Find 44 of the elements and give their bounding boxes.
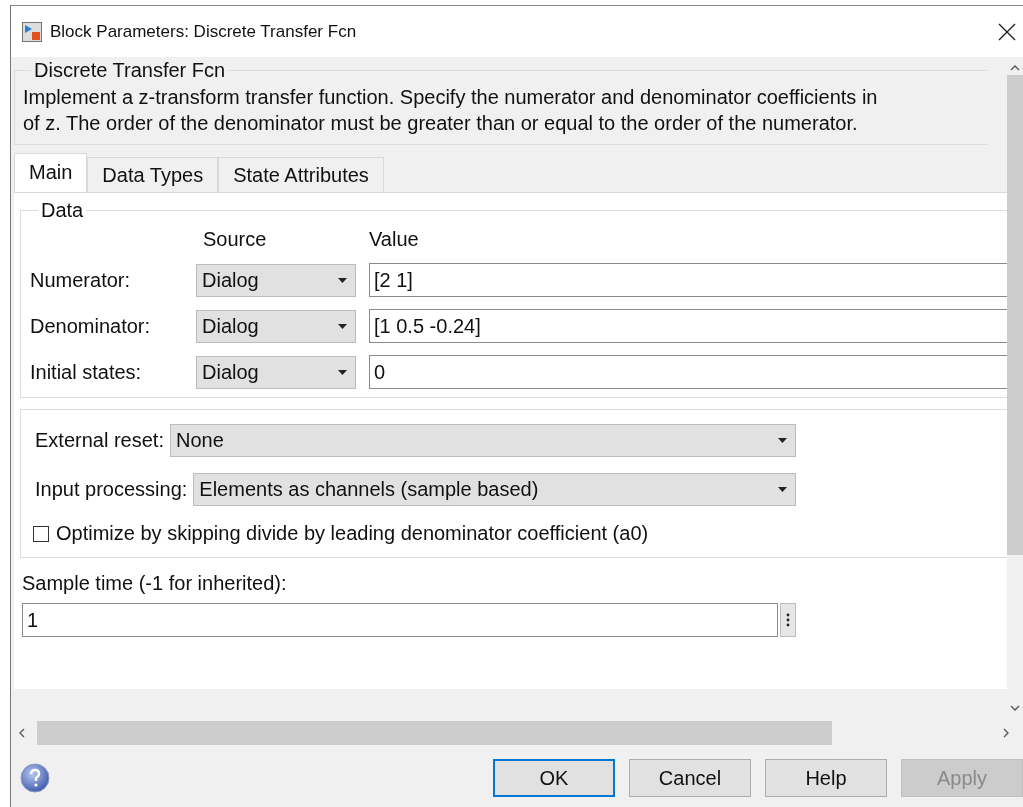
scroll-right-icon[interactable] [1003, 728, 1009, 738]
scroll-up-icon[interactable] [1010, 65, 1020, 71]
scroll-left-icon[interactable] [19, 728, 25, 738]
caret-icon [338, 277, 347, 283]
caret-icon [778, 438, 787, 443]
field-label: Input processing: [35, 478, 188, 501]
tab[interactable]: State Attributes [218, 157, 384, 192]
checkbox-label: Optimize by skipping divide by leading denominator coefficient (a0) [56, 522, 649, 545]
more-button[interactable] [780, 603, 796, 637]
window-title: Block Parameters: Discrete Transfer Fcn [50, 21, 358, 42]
column-header: Value [369, 227, 420, 251]
caret-icon [338, 323, 347, 329]
sample-time-field[interactable]: 1 [22, 603, 778, 637]
field-label: Sample time (-1 for inherited): [22, 572, 288, 595]
field-label: External reset: [35, 429, 164, 452]
field-label: Initial states: [30, 360, 143, 384]
value-field[interactable]: 0 [369, 355, 1007, 389]
dialog-button[interactable]: Help [765, 759, 887, 797]
group-title: Data [40, 199, 85, 222]
dropdown[interactable]: Elements as channels (sample based) [193, 473, 796, 506]
dropdown[interactable]: None [169, 424, 796, 457]
value-field[interactable]: [2 1] [369, 263, 1007, 297]
caret-icon [338, 369, 347, 375]
app-icon [22, 21, 42, 42]
block-title: Discrete Transfer Fcn [33, 59, 227, 82]
caret-icon [778, 487, 787, 492]
value-field[interactable]: [1 0.5 -0.24] [369, 309, 1007, 343]
tab[interactable]: Data Types [87, 157, 219, 192]
field-label: Denominator: [30, 314, 152, 338]
column-header: Source [202, 227, 268, 251]
field-label: Numerator: [30, 268, 132, 292]
description-text: of z. The order of the denominator must be greater than or equal to the order of the numerator. [23, 111, 859, 136]
source-dropdown[interactable]: Dialog [196, 263, 356, 297]
scroll-down-icon[interactable] [1010, 705, 1020, 711]
dialog-button[interactable]: OK [493, 759, 615, 797]
help-icon[interactable] [20, 763, 50, 793]
description-text: Implement a z-transform transfer function. Specify the numerator and denominator coefficients in [23, 85, 879, 110]
tab[interactable]: Main [14, 153, 88, 192]
source-dropdown[interactable]: Dialog [196, 309, 356, 343]
source-dropdown[interactable]: Dialog [196, 355, 356, 389]
more-icon [786, 613, 790, 627]
checkbox[interactable] [33, 525, 49, 542]
dialog-button[interactable]: Cancel [629, 759, 751, 797]
close-icon[interactable] [998, 22, 1016, 41]
